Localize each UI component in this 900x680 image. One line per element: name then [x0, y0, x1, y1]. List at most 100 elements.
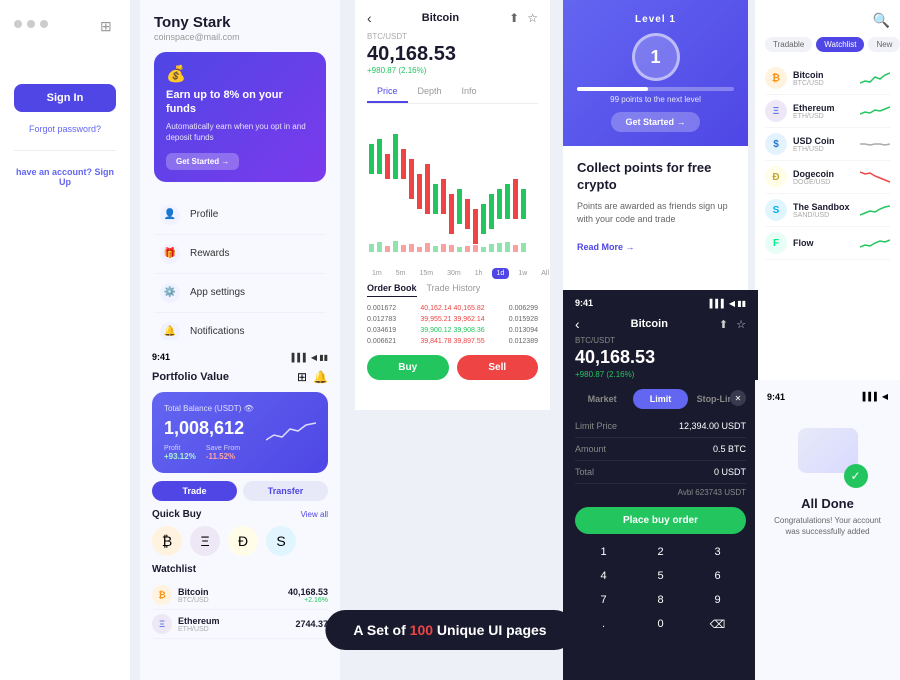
view-all-link[interactable]: View all: [301, 510, 328, 519]
profile-name: Tony Stark: [154, 14, 326, 31]
numpad-1[interactable]: 1: [575, 540, 632, 564]
coin-row-sandbox[interactable]: S The Sandbox SAND/USD: [765, 194, 890, 227]
level-badge: 1: [632, 33, 680, 81]
numpad-0[interactable]: 0: [632, 612, 689, 637]
quick-buy-title: Quick Buy: [152, 509, 201, 520]
level-card: Level 1 1 99 points to the next level Ge…: [563, 0, 748, 146]
coin-row-ethereum[interactable]: Ξ Ethereum ETH/USD: [765, 95, 890, 128]
time-tab-15m[interactable]: 15m: [414, 268, 438, 279]
numpad-6[interactable]: 6: [689, 564, 746, 588]
earn-title: Earn up to 8% on your funds: [166, 88, 314, 117]
wl-mini-row-bitcoin[interactable]: ₿ Bitcoin BTC/USD 40,168.53 +2.16%: [152, 581, 328, 610]
quick-coin-sand[interactable]: S: [266, 526, 296, 556]
time-tab-1h[interactable]: 1h: [470, 268, 488, 279]
dark-chart-header: ‹ Bitcoin ⬆ ☆: [563, 312, 758, 336]
done-signals: ▌▌▌ ◀: [863, 392, 888, 402]
dark-back-button[interactable]: ‹: [575, 316, 580, 332]
portfolio-bell-icon[interactable]: 🔔: [313, 370, 328, 384]
numpad-3[interactable]: 3: [689, 540, 746, 564]
numpad-8[interactable]: 8: [632, 588, 689, 612]
usdcoin-icon: $: [765, 133, 787, 155]
portfolio-title: Portfolio Value: [152, 371, 229, 383]
level-progress-text: 99 points to the next level: [577, 95, 734, 104]
sell-button[interactable]: Sell: [457, 355, 539, 380]
divider: [14, 150, 116, 151]
wl-tab-tradable[interactable]: Tradable: [765, 37, 812, 52]
ethereum-icon: Ξ: [765, 100, 787, 122]
numpad-backspace[interactable]: ⌫: [689, 612, 746, 637]
total-field: Total 0 USDT: [575, 461, 746, 484]
trade-button[interactable]: Trade: [152, 481, 237, 501]
profit-value: +93.12%: [164, 452, 196, 461]
menu-item-profile[interactable]: 👤 Profile: [154, 196, 326, 235]
wl-bitcoin-info: Bitcoin BTC/USD: [178, 587, 282, 604]
chart-tab-info[interactable]: Info: [452, 81, 487, 103]
wl-tab-new[interactable]: New: [868, 37, 900, 52]
buy-button[interactable]: Buy: [367, 355, 449, 380]
numpad-dot[interactable]: .: [575, 612, 632, 637]
time-tab-30m[interactable]: 30m: [442, 268, 466, 279]
earn-icon: 💰: [166, 64, 314, 84]
chart-share-icon[interactable]: ⬆: [509, 11, 519, 25]
menu-item-app-settings[interactable]: ⚙️ App settings: [154, 274, 326, 313]
quick-coin-btc[interactable]: ₿: [152, 526, 182, 556]
order-tab-history[interactable]: Trade History: [427, 283, 481, 297]
dark-bookmark-icon[interactable]: ☆: [736, 318, 746, 331]
done-status-bar: 9:41 ▌▌▌ ◀: [767, 392, 888, 402]
wl-tab-watchlist[interactable]: Watchlist: [816, 37, 864, 52]
earn-get-started-button[interactable]: Get Started →: [166, 153, 239, 170]
rewards-icon: 🎁: [160, 244, 180, 264]
ot-tab-limit[interactable]: Limit: [633, 389, 687, 409]
done-title: All Done: [801, 496, 854, 511]
time-tab-all[interactable]: All: [536, 268, 550, 279]
balance-value: 1,008,612: [164, 418, 244, 439]
close-button[interactable]: ✕: [730, 390, 746, 406]
coin-row-bitcoin[interactable]: ₿ Bitcoin BTC/USD: [765, 62, 890, 95]
dark-share-icon[interactable]: ⬆: [719, 318, 728, 331]
chart-tab-depth[interactable]: Depth: [408, 81, 452, 103]
time-tab-5m[interactable]: 5m: [391, 268, 411, 279]
chart-back-button[interactable]: ‹: [367, 10, 372, 26]
action-buttons: Trade Transfer: [152, 481, 328, 501]
coin-row-usdcoin[interactable]: $ USD Coin ETH/USD: [765, 128, 890, 161]
wl-mini-row-ethereum[interactable]: Ξ Ethereum ETH/USD 2744.37: [152, 610, 328, 639]
chart-tab-price[interactable]: Price: [367, 81, 408, 103]
menu-item-rewards[interactable]: 🎁 Rewards: [154, 235, 326, 274]
settings-icon[interactable]: ⊞: [100, 18, 118, 36]
forgot-password-link[interactable]: Forgot password?: [14, 124, 116, 134]
coin-row-flow[interactable]: F Flow: [765, 227, 890, 260]
place-order-button[interactable]: Place buy order: [575, 507, 746, 534]
time-tab-1w[interactable]: 1w: [513, 268, 532, 279]
chart-change: +980.87 (2.16%): [355, 66, 550, 81]
numpad-5[interactable]: 5: [632, 564, 689, 588]
portfolio-settings-icon[interactable]: ⊞: [297, 370, 307, 384]
panel-signin: ⊞ Sign In Forgot password? have an accou…: [0, 0, 130, 680]
order-type-tabs: Market Limit Stop-Limit: [575, 389, 746, 409]
order-table: 0.001672 40,162.14 40,165.82 0.006299 0.…: [367, 303, 538, 347]
table-row: 0.012783 39,955.21 39,962.14 0.015928: [367, 314, 538, 325]
order-tab-book[interactable]: Order Book: [367, 283, 417, 297]
time-tab-1d[interactable]: 1d: [492, 268, 510, 279]
notifications-icon: 🔔: [160, 322, 180, 342]
numpad-9[interactable]: 9: [689, 588, 746, 612]
numpad-2[interactable]: 2: [632, 540, 689, 564]
level-get-started-button[interactable]: Get Started →: [611, 112, 699, 132]
search-icon[interactable]: 🔍: [873, 12, 890, 29]
numpad-7[interactable]: 7: [575, 588, 632, 612]
numpad-4[interactable]: 4: [575, 564, 632, 588]
quick-coins: ₿ Ξ Ð S: [152, 526, 328, 556]
chart-header: ‹ Bitcoin ⬆ ☆: [355, 0, 550, 32]
read-more-button[interactable]: Read More →: [577, 242, 635, 252]
amount-field[interactable]: Amount 0.5 BTC: [575, 438, 746, 461]
quick-coin-doge[interactable]: Ð: [228, 526, 258, 556]
signin-button[interactable]: Sign In: [14, 84, 116, 112]
coin-row-dogecoin[interactable]: Ð Dogecoin DOGE/USD: [765, 161, 890, 194]
quick-coin-eth[interactable]: Ξ: [190, 526, 220, 556]
done-visual: ✓: [788, 418, 868, 488]
chart-bookmark-icon[interactable]: ☆: [527, 11, 538, 25]
transfer-button[interactable]: Transfer: [243, 481, 328, 501]
ot-tab-market[interactable]: Market: [575, 389, 629, 409]
profile-icon: 👤: [160, 205, 180, 225]
time-tab-1m[interactable]: 1m: [367, 268, 387, 279]
limit-price-field[interactable]: Limit Price 12,394.00 USDT: [575, 415, 746, 438]
